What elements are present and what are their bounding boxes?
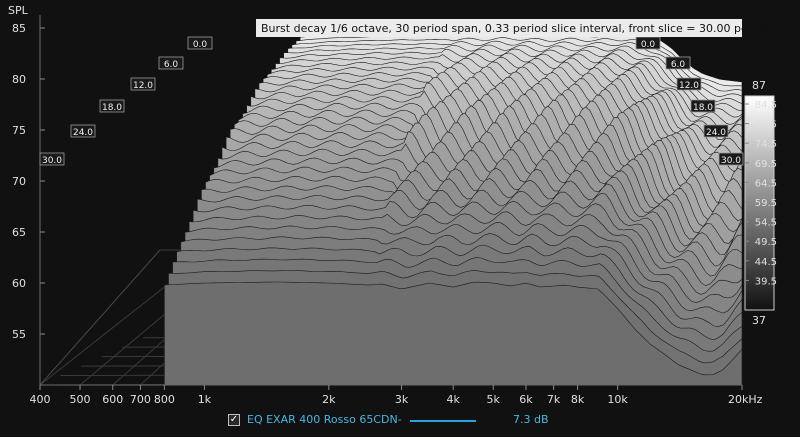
x-tick-label: 8k xyxy=(571,393,585,406)
period-tick-label: 30.0 xyxy=(42,156,62,166)
x-tick-label: 3k xyxy=(395,393,409,406)
x-tick-label: 7k xyxy=(547,393,561,406)
left-depth-edge xyxy=(39,249,161,386)
y-axis-label: SPL xyxy=(8,4,29,17)
color-scale-tick-label: 69.5 xyxy=(755,159,777,170)
legend-checkbox[interactable]: ✓ xyxy=(228,414,240,426)
color-scale-tick-label: 74.5 xyxy=(755,139,777,150)
waterfall-surface xyxy=(164,30,743,386)
x-tick-label: 5k xyxy=(487,393,501,406)
period-tick-label: 0.0 xyxy=(193,40,208,50)
x-tick-label: 4k xyxy=(447,393,461,406)
color-scale-tick-label: 79.5 xyxy=(755,120,777,131)
color-scale-min-label: 37 xyxy=(752,314,766,327)
y-tick-label: 85 xyxy=(12,22,26,35)
color-scale-tick-label: 39.5 xyxy=(755,276,777,287)
color-scale-tick-label: 49.5 xyxy=(755,237,777,248)
x-tick-label: 2k xyxy=(322,393,336,406)
period-tick-label: 0.0 xyxy=(641,40,656,50)
color-scale-tick-label: 44.5 xyxy=(755,257,777,268)
color-scale-tick-label: 59.5 xyxy=(755,198,777,209)
x-tick-label: 10k xyxy=(607,393,628,406)
x-tick-label: 700 xyxy=(130,393,151,406)
y-tick-label: 60 xyxy=(12,277,26,290)
color-scale: 37 87 84.5 79.5 74.5 69.5 64.5 59.5 54.5 49.5 44.5… xyxy=(744,79,777,327)
period-tick-label: 12.0 xyxy=(679,81,699,91)
x-tick-label: 6k xyxy=(519,393,533,406)
y-tick-label: 65 xyxy=(12,226,26,239)
x-tick-label: 1k xyxy=(198,393,212,406)
y-tick-label: 70 xyxy=(12,175,26,188)
legend-series-name[interactable]: EQ EXAR 400 Rosso 65CDN- xyxy=(247,413,402,426)
y-tick-label: 75 xyxy=(12,124,26,137)
x-tick-label: 400 xyxy=(30,393,51,406)
y-tick-label: 80 xyxy=(12,73,26,86)
period-tick-label: 6.0 xyxy=(164,60,179,70)
color-scale-tick-label: 64.5 xyxy=(755,178,777,189)
x-tick-label: 500 xyxy=(70,393,91,406)
color-scale-max-label: 87 xyxy=(752,79,766,92)
legend-series-value: 7.3 dB xyxy=(513,413,549,426)
x-tick-label: 800 xyxy=(154,393,175,406)
color-scale-tick-label: 54.5 xyxy=(755,218,777,229)
period-tick-label: 6.0 xyxy=(671,60,686,70)
chart-title: Burst decay 1/6 octave, 30 period span, … xyxy=(261,22,775,35)
waterfall-chart: 55 60 65 70 75 80 85 400 500 600 700 800 1k 2k 3k 4k 5k 6… xyxy=(8,4,777,406)
period-tick-label: 12.0 xyxy=(133,81,153,91)
legend-series-line xyxy=(410,420,476,422)
period-tick-label: 24.0 xyxy=(73,128,93,138)
period-tick-label: 18.0 xyxy=(102,103,122,113)
period-tick-label: 24.0 xyxy=(706,128,726,138)
period-tick-label: 30.0 xyxy=(721,156,741,166)
x-tick-label: 20kHz xyxy=(728,393,763,406)
period-tick-label: 18.0 xyxy=(693,103,713,113)
x-tick-label: 600 xyxy=(102,393,123,406)
color-scale-tick-label: 84.5 xyxy=(755,100,777,111)
y-tick-label: 55 xyxy=(12,328,26,341)
